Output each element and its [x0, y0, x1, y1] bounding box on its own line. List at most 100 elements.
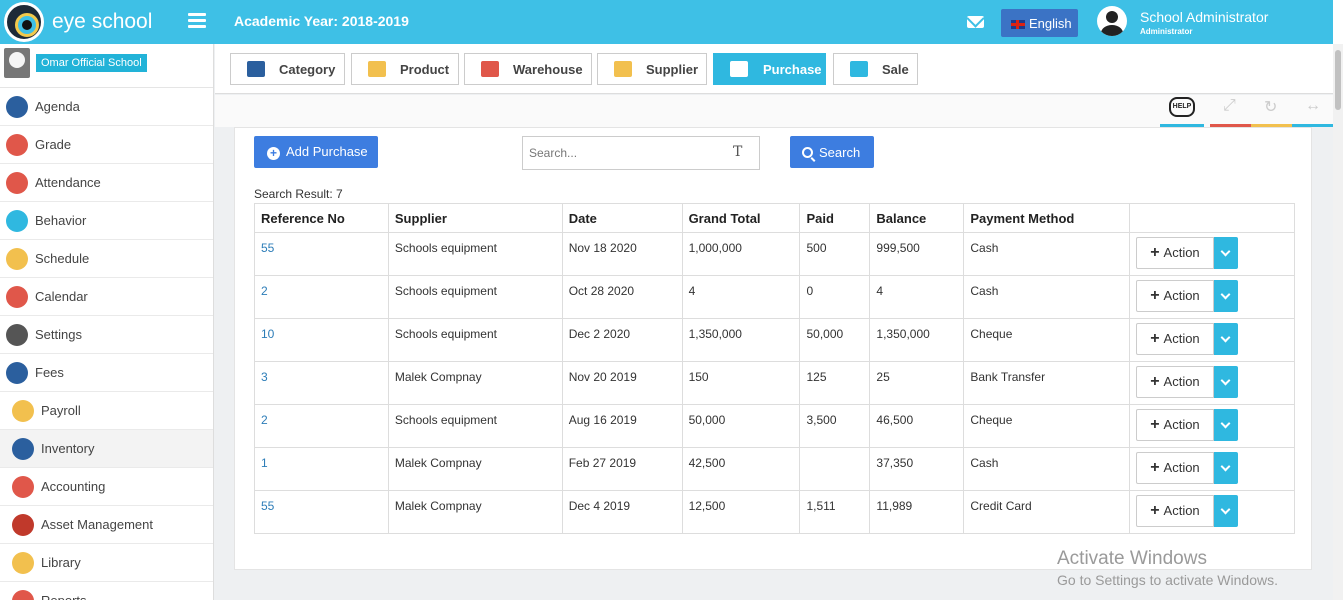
module-tabs: Category Product Warehouse Supplier Purchase…	[215, 44, 1333, 94]
user-avatar[interactable]	[1097, 6, 1127, 36]
sidebar-item-label: Grade	[35, 137, 72, 152]
chevron-down-icon[interactable]	[1214, 237, 1239, 269]
column-header: Supplier	[387, 203, 563, 233]
chevron-down-icon[interactable]	[1214, 366, 1239, 398]
scrollbar-thumb[interactable]	[1335, 50, 1341, 110]
action-button[interactable]: + Action	[1136, 237, 1215, 269]
eye-school-logo-icon[interactable]	[4, 2, 44, 42]
column-header: Grand Total	[681, 203, 801, 233]
text-format-icon[interactable]: T	[733, 144, 742, 160]
sidebar-item-calendar[interactable]: Calendar	[0, 278, 213, 316]
action-button[interactable]: + Action	[1136, 495, 1215, 527]
reference-no-cell[interactable]: 1	[254, 447, 389, 491]
supplier-cell: Schools equipment	[387, 275, 563, 319]
plus-circle-icon: +	[267, 147, 280, 160]
chevron-down-icon[interactable]	[1214, 323, 1239, 355]
tab-warehouse[interactable]: Warehouse	[464, 53, 592, 85]
supplier-cell: Malek Compnay	[387, 447, 563, 491]
reference-no-cell[interactable]: 55	[254, 490, 389, 534]
reference-no-cell[interactable]: 2	[254, 404, 389, 448]
action-cell: + Action	[1129, 490, 1295, 534]
reference-no-cell[interactable]: 55	[254, 232, 389, 276]
action-cell: + Action	[1129, 361, 1295, 405]
schedule-icon	[6, 248, 28, 270]
action-label: Action	[1163, 417, 1200, 432]
sidebar-item-reports[interactable]: Reports	[0, 582, 213, 600]
resize-button[interactable]: ↔	[1292, 95, 1336, 127]
paid-cell: 50,000	[799, 318, 871, 362]
accounting-icon	[12, 476, 34, 498]
inventory-icon	[12, 438, 34, 460]
action-button[interactable]: + Action	[1136, 280, 1215, 312]
school-selector[interactable]: Omar Official School	[0, 44, 213, 88]
sidebar-item-grade[interactable]: Grade	[0, 126, 213, 164]
sidebar-item-label: Attendance	[35, 175, 101, 190]
grand-total-cell: 4	[681, 275, 801, 319]
fullscreen-button[interactable]: ⤢	[1210, 95, 1254, 127]
chevron-down-icon[interactable]	[1214, 280, 1239, 312]
sidebar-item-schedule[interactable]: Schedule	[0, 240, 213, 278]
action-button[interactable]: + Action	[1136, 452, 1215, 484]
user-name[interactable]: School Administrator	[1140, 9, 1268, 25]
action-cell: + Action	[1129, 404, 1295, 448]
table-row: 3 Malek Compnay Nov 20 2019 150 125 25 Bank Tr…	[254, 361, 1295, 405]
menu-toggle-icon[interactable]	[188, 13, 206, 29]
panel-toolbar: HELP ⤢ ↻ ↔	[215, 95, 1336, 127]
scrollbar-top	[1333, 0, 1343, 44]
tab-purchase[interactable]: Purchase	[713, 53, 826, 85]
plus-icon: +	[1150, 330, 1160, 347]
help-button[interactable]: HELP	[1160, 95, 1204, 127]
school-name[interactable]: Omar Official School	[36, 54, 147, 72]
attendance-icon	[6, 172, 28, 194]
chevron-down-icon[interactable]	[1214, 409, 1239, 441]
action-button[interactable]: + Action	[1136, 323, 1215, 355]
action-label: Action	[1163, 288, 1200, 303]
column-header	[1129, 203, 1295, 233]
reference-no-cell[interactable]: 2	[254, 275, 389, 319]
page-scrollbar[interactable]	[1333, 44, 1343, 600]
chevron-down-icon[interactable]	[1214, 495, 1239, 527]
payment-method-cell: Cash	[963, 232, 1131, 276]
date-cell: Feb 27 2019	[561, 447, 683, 491]
sidebar-item-library[interactable]: Library	[0, 544, 213, 582]
mail-icon[interactable]	[967, 16, 984, 28]
search-button[interactable]: Search	[790, 136, 874, 168]
action-button[interactable]: + Action	[1136, 366, 1215, 398]
sidebar-item-fees[interactable]: Fees	[0, 354, 213, 392]
paid-cell: 3,500	[799, 404, 871, 448]
tab-category[interactable]: Category	[230, 53, 345, 85]
sidebar-item-agenda[interactable]: Agenda	[0, 88, 213, 126]
action-button[interactable]: + Action	[1136, 409, 1215, 441]
refresh-button[interactable]: ↻	[1251, 95, 1295, 127]
supplier-cell: Schools equipment	[387, 232, 563, 276]
agenda-icon	[6, 96, 28, 118]
chevron-down-icon[interactable]	[1214, 452, 1239, 484]
sidebar-item-accounting[interactable]: Accounting	[0, 468, 213, 506]
sidebar-item-asset-management[interactable]: Asset Management	[0, 506, 213, 544]
sidebar-item-inventory[interactable]: Inventory	[0, 430, 213, 468]
tab-product[interactable]: Product	[351, 53, 459, 85]
add-purchase-button[interactable]: + Add Purchase	[254, 136, 378, 168]
sidebar-item-payroll[interactable]: Payroll	[0, 392, 213, 430]
sidebar-item-attendance[interactable]: Attendance	[0, 164, 213, 202]
column-header: Payment Method	[963, 203, 1131, 233]
sidebar-item-settings[interactable]: Settings	[0, 316, 213, 354]
sidebar-item-label: Asset Management	[41, 517, 154, 532]
brand-name: eye school	[52, 10, 153, 33]
sidebar-item-label: Reports	[41, 593, 87, 600]
plus-icon: +	[1150, 459, 1160, 476]
reference-no-cell[interactable]: 3	[254, 361, 389, 405]
action-dropdown: + Action	[1136, 237, 1294, 275]
language-button[interactable]: English	[1001, 9, 1078, 37]
grade-icon	[6, 134, 28, 156]
payment-method-cell: Bank Transfer	[963, 361, 1131, 405]
sidebar-item-behavior[interactable]: Behavior	[0, 202, 213, 240]
search-result-count: Search Result: 7	[254, 187, 343, 201]
paid-cell	[799, 447, 871, 491]
reference-no-cell[interactable]: 10	[254, 318, 389, 362]
tab-sale[interactable]: Sale	[833, 53, 918, 85]
search-input[interactable]	[522, 136, 760, 170]
tab-supplier[interactable]: Supplier	[597, 53, 707, 85]
table-row: 55 Malek Compnay Dec 4 2019 12,500 1,511 11,9…	[254, 490, 1295, 534]
grand-total-cell: 150	[681, 361, 801, 405]
